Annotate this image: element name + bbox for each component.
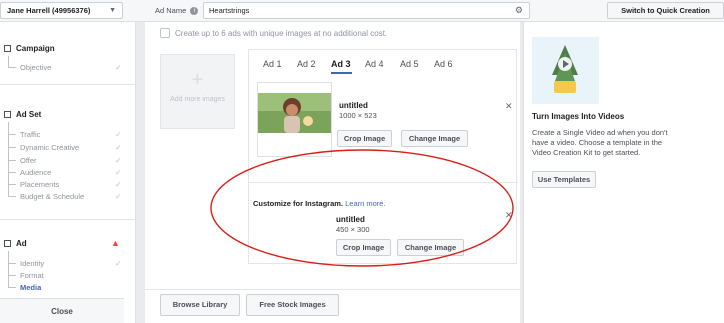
sidebar-item-dynamic-creative[interactable]: Dynamic Creative xyxy=(20,143,79,152)
check-icon: ✓ xyxy=(115,259,122,268)
footer-bar: Browse Library Free Stock Images xyxy=(145,289,520,323)
annotation-ellipse xyxy=(210,149,514,267)
switch-quick-creation-button[interactable]: Switch to Quick Creation xyxy=(607,2,724,19)
sidebar-item-identity[interactable]: Identity xyxy=(20,259,44,268)
image-icon xyxy=(160,28,170,38)
ad-name-label: Ad Name i xyxy=(155,6,199,16)
sidebar-item-media[interactable]: Media xyxy=(20,283,41,292)
check-icon: ✓ xyxy=(115,156,122,165)
change-image-button[interactable]: Change Image xyxy=(401,130,468,147)
sidebar-item-objective[interactable]: Objective xyxy=(20,63,51,72)
tab-ad-4[interactable]: Ad 4 xyxy=(365,59,384,69)
ad-name-input[interactable]: Heartstrings ⚙ xyxy=(203,2,530,19)
info-row: Create up to 6 ads with unique images at… xyxy=(160,28,387,38)
sidebar-item-format[interactable]: Format xyxy=(20,271,44,280)
tab-ad-2[interactable]: Ad 2 xyxy=(297,59,316,69)
check-icon: ✓ xyxy=(115,143,122,152)
sidebar-item-audience[interactable]: Audience xyxy=(20,168,51,177)
plus-icon: + xyxy=(191,69,204,91)
video-template-thumbnail[interactable] xyxy=(532,37,599,104)
image-dimensions: 1000 × 523 xyxy=(339,111,377,120)
check-icon: ✓ xyxy=(115,63,122,72)
add-more-images-button[interactable]: + Add more images xyxy=(160,54,235,129)
sidebar-campaign[interactable]: Campaign xyxy=(4,44,55,53)
ad-tabs: Ad 1 Ad 2 Ad 3 Ad 4 Ad 5 Ad 6 xyxy=(249,56,518,74)
check-icon: ✓ xyxy=(115,180,122,189)
sidebar-ad[interactable]: Ad xyxy=(4,239,27,248)
right-panel-description: Create a Single Video ad when you don't … xyxy=(532,128,668,157)
check-icon: ✓ xyxy=(115,130,122,139)
close-button[interactable]: Close xyxy=(0,298,124,323)
sidebar-adset[interactable]: Ad Set xyxy=(4,110,41,119)
info-icon[interactable]: i xyxy=(190,7,199,16)
tab-ad-3[interactable]: Ad 3 xyxy=(331,59,351,69)
tab-ad-1[interactable]: Ad 1 xyxy=(263,59,282,69)
sidebar-item-placements[interactable]: Placements xyxy=(20,180,59,189)
ad-icon xyxy=(4,240,11,247)
right-panel-title: Turn Images Into Videos xyxy=(532,112,625,121)
browse-library-button[interactable]: Browse Library xyxy=(160,294,240,316)
image-name: untitled xyxy=(339,101,368,110)
close-icon[interactable]: ✕ xyxy=(505,101,513,112)
check-icon: ✓ xyxy=(115,168,122,177)
use-templates-button[interactable]: Use Templates xyxy=(532,171,596,188)
tab-ad-6[interactable]: Ad 6 xyxy=(434,59,453,69)
account-name: Jane Harrell (49956376) xyxy=(7,6,91,15)
tab-ad-5[interactable]: Ad 5 xyxy=(400,59,419,69)
top-bar: Jane Harrell (49956376) ▼ Ad Name i Hear… xyxy=(0,0,724,22)
free-stock-images-button[interactable]: Free Stock Images xyxy=(246,294,339,316)
check-icon: ✓ xyxy=(115,192,122,201)
active-tab-indicator xyxy=(331,72,352,74)
sidebar-item-budget-schedule[interactable]: Budget & Schedule xyxy=(20,192,84,201)
right-panel: Turn Images Into Videos Create a Single … xyxy=(523,22,724,323)
crop-image-button[interactable]: Crop Image xyxy=(337,130,392,147)
sidebar: Campaign Objective ✓ Ad Set Traffic ✓ Dy… xyxy=(0,22,136,323)
image-thumbnail xyxy=(257,82,332,157)
sidebar-item-offer[interactable]: Offer xyxy=(20,156,37,165)
chevron-down-icon: ▼ xyxy=(109,7,116,14)
campaign-icon xyxy=(4,45,11,52)
gear-icon[interactable]: ⚙ xyxy=(515,3,523,18)
adset-icon xyxy=(4,111,11,118)
warning-icon: ▲ xyxy=(111,238,120,248)
sidebar-item-traffic[interactable]: Traffic xyxy=(20,130,40,139)
account-selector[interactable]: Jane Harrell (49956376) ▼ xyxy=(0,2,123,19)
